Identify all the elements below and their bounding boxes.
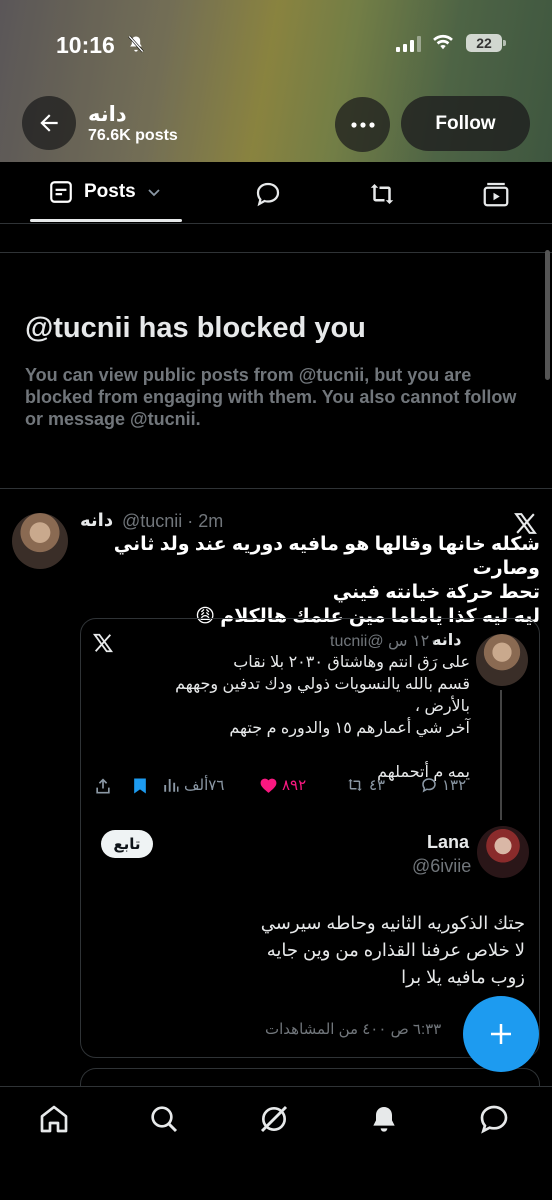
- blocked-message: You can view public posts from @tucnii, …: [25, 365, 517, 429]
- embed-line: على رَق انتم وهاشتاق ٢٠٣٠ بلا نقاب: [233, 654, 470, 671]
- bell-off-icon: [128, 35, 144, 53]
- tweet-author-handle: @tucnii · 2m: [122, 511, 224, 531]
- messages-icon[interactable]: [478, 1103, 510, 1135]
- embed-line: [170, 740, 470, 762]
- chevron-down-icon: [148, 189, 160, 197]
- reply-views-line: ٦:٣٣ ص ٤٠٠ من المشاهدات: [265, 1021, 442, 1038]
- bookmark-icon[interactable]: [130, 776, 150, 796]
- battery-indicator: 22: [466, 34, 506, 52]
- follow-button[interactable]: Follow: [401, 96, 530, 151]
- compose-button[interactable]: [463, 996, 539, 1072]
- tab-media-icon[interactable]: [481, 179, 511, 209]
- reply-action[interactable]: ١٣٢: [420, 776, 466, 794]
- x-logo-icon: [92, 633, 114, 653]
- reply-line: زوب مافيه يلا برا: [401, 967, 525, 987]
- like-count: ٨٩٢: [282, 777, 307, 794]
- notifications-bell-icon[interactable]: [368, 1103, 400, 1135]
- views-count: ٧٦ألف: [184, 777, 225, 794]
- avatar[interactable]: [12, 513, 68, 569]
- embed-tweet-text: على رَق انتم وهاشتاق ٢٠٣٠ بلا نقاب قسم ب…: [170, 652, 470, 784]
- views-action[interactable]: ٧٦ألف: [162, 776, 224, 794]
- wifi-icon: [433, 34, 453, 50]
- tab-replies-icon[interactable]: [253, 179, 283, 209]
- status-bar: 10:16 22: [0, 30, 552, 62]
- analytics-icon: [164, 779, 179, 792]
- avatar[interactable]: [477, 826, 529, 878]
- plus-icon: [491, 1024, 511, 1044]
- more-options-button[interactable]: [335, 97, 390, 152]
- thread-line: [500, 690, 502, 820]
- tab-posts-label: Posts: [84, 181, 136, 202]
- tweet-text: شكله خانها وقالها هو مافيه دوريه عند ولد…: [80, 533, 540, 629]
- retweet-count: ٤٣: [369, 777, 386, 794]
- active-tab-indicator: [30, 219, 182, 222]
- tweet-line: تحط حركة خيانته فيني: [332, 582, 540, 603]
- tweet-author-name[interactable]: دانه: [80, 510, 113, 531]
- reply-icon: [422, 778, 436, 793]
- posts-icon: [50, 181, 72, 203]
- reply-line: جتك الذكوريه الثانيه وحاطه سيرسي: [260, 913, 525, 933]
- back-button[interactable]: [22, 96, 76, 150]
- bottom-navigation: [0, 1086, 552, 1200]
- reply-author-handle: @6iviie: [412, 856, 472, 876]
- notice-bottom-divider: [0, 488, 552, 489]
- reply-count: ١٣٢: [442, 777, 467, 794]
- reply-line: لا خلاص عرفنا القذاره من وين جايه: [266, 940, 525, 960]
- reply-text: جتك الذكوريه الثانيه وحاطه سيرسي لا خلاص…: [150, 910, 525, 991]
- follow-button[interactable]: تابع: [101, 830, 153, 858]
- profile-tabs: Posts: [0, 162, 552, 224]
- retweet-action[interactable]: ٤٣: [345, 776, 385, 794]
- arrow-left-icon: [40, 114, 58, 132]
- tab-reposts-icon[interactable]: [367, 179, 397, 209]
- embed-line: قسم بالله يالنسويات ذولي ودك تدفين وجههم…: [175, 676, 470, 715]
- avatar[interactable]: [476, 634, 528, 686]
- search-icon[interactable]: [148, 1103, 180, 1135]
- heart-icon: [260, 778, 277, 793]
- more-dots-icon: [350, 121, 375, 128]
- embed-author-meta: ١٢٠ س @tucnii: [330, 633, 438, 650]
- tab-posts[interactable]: Posts: [48, 179, 162, 205]
- like-action[interactable]: ٨٩٢: [259, 776, 306, 794]
- reply-author-name[interactable]: Lana: [427, 832, 469, 853]
- posts-count: 76.6K posts: [88, 127, 178, 144]
- tabs-divider: [0, 223, 552, 224]
- notice-top-divider: [0, 252, 552, 253]
- profile-name: دانه: [88, 103, 127, 126]
- home-icon[interactable]: [38, 1103, 70, 1135]
- embed-line: آخر شي أعمارهم ١٥ والدوره م جتهم: [229, 720, 470, 737]
- share-icon[interactable]: [93, 776, 113, 796]
- retweet-icon: [348, 779, 362, 791]
- scrollbar[interactable]: [545, 250, 550, 380]
- grok-icon[interactable]: [258, 1103, 290, 1135]
- tweet-line: شكله خانها وقالها هو مافيه دوريه عند ولد…: [113, 534, 540, 579]
- status-time: 10:16: [56, 32, 115, 58]
- cellular-signal-icon: [396, 36, 421, 52]
- blocked-title: @tucnii has blocked you: [25, 312, 366, 344]
